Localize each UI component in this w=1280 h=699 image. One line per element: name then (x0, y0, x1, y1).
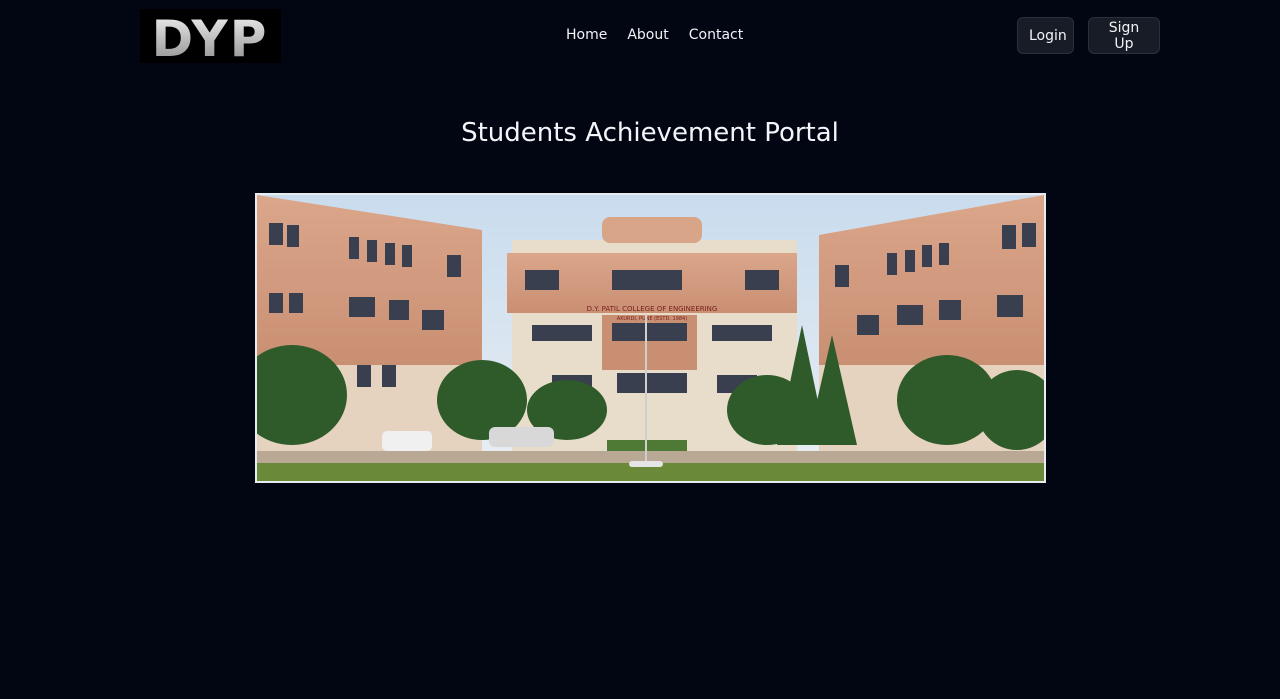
signup-button[interactable]: Sign Up (1088, 17, 1160, 54)
dyp-logo[interactable]: DYP (140, 9, 281, 63)
nav-about-link[interactable]: About (627, 27, 668, 43)
campus-photo: D.Y. PATIL COLLEGE OF ENGINEERING AKURDI… (257, 195, 1044, 481)
main-nav: Home About Contact (566, 27, 743, 43)
building-sign: D.Y. PATIL COLLEGE OF ENGINEERING (587, 305, 718, 313)
logo-mark: DYP (152, 10, 269, 63)
top-navbar: DYP Home About Contact Login Sign Up (0, 0, 1280, 72)
login-button[interactable]: Login (1017, 17, 1074, 54)
page-title: Students Achievement Portal (461, 118, 839, 148)
logo-text: DYP (152, 10, 269, 63)
nav-contact-link[interactable]: Contact (689, 27, 743, 43)
building-subsign: AKURDI, PUNE (ESTD. 1984) (617, 316, 687, 322)
nav-home-link[interactable]: Home (566, 27, 607, 43)
college-building-image: D.Y. PATIL COLLEGE OF ENGINEERING AKURDI… (255, 193, 1046, 483)
